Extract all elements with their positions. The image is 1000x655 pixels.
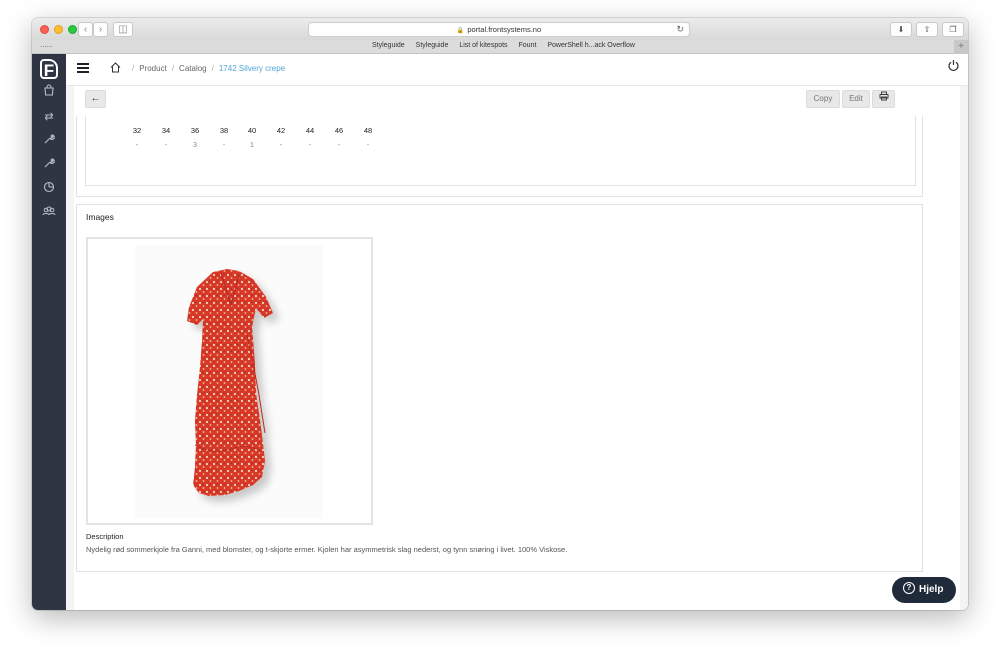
size-qty: - <box>279 140 283 149</box>
sidebar-toggle-icon[interactable]: ◫ <box>113 22 133 37</box>
size-column: 40 1 <box>241 126 263 149</box>
print-icon <box>879 91 888 101</box>
size-label: 46 <box>334 126 344 135</box>
breadcrumb-product[interactable]: Product <box>139 64 167 73</box>
lock-icon: 🔒 <box>456 28 465 34</box>
minimize-window-button[interactable] <box>54 25 63 34</box>
print-button[interactable] <box>872 90 895 108</box>
images-title: Images <box>86 212 114 222</box>
back-button[interactable]: ← <box>85 90 106 108</box>
content-panel: ← Copy Edit 32 - 34 - 36 3 38 - 40 1 42 - 44 - <box>74 86 960 610</box>
edit-button[interactable]: Edit <box>842 90 870 108</box>
size-label: 40 <box>247 126 257 135</box>
images-card: Images Description Nydelig rød sommerkjo… <box>76 204 923 572</box>
bookmark-item[interactable]: Styleguide <box>372 42 405 49</box>
size-label: 36 <box>190 126 200 135</box>
grid-icon[interactable]: ⋯⋯ <box>40 43 53 51</box>
new-tab-icon[interactable]: + <box>954 40 968 54</box>
breadcrumb: / Product / Catalog/1742 Silvery crepe <box>132 64 286 73</box>
browser-window: ‹ › ◫ 🔒 portal.frontsystems.no ↻ ⬇ ⇧ ❐ ⋯⋯… <box>32 18 968 610</box>
browser-back-icon[interactable]: ‹ <box>78 22 93 37</box>
power-icon[interactable] <box>947 59 960 75</box>
bookmark-item[interactable]: List of kitespots <box>459 42 507 49</box>
size-label: 48 <box>363 126 373 135</box>
tools-icon[interactable] <box>41 133 57 149</box>
main-area: / Product / Catalog/1742 Silvery crepe ← Co… <box>66 54 968 610</box>
home-icon[interactable] <box>110 62 121 76</box>
wrench-icon[interactable] <box>41 157 57 173</box>
browser-forward-icon[interactable]: › <box>93 22 108 37</box>
users-icon[interactable] <box>41 205 57 221</box>
bookmark-item[interactable]: PowerShell h...ack Overflow <box>547 42 635 49</box>
copy-button[interactable]: Copy <box>806 90 840 108</box>
size-label: 32 <box>132 126 142 135</box>
bookmark-list: Styleguide Styleguide List of kitespots … <box>372 42 644 49</box>
address-url: portal.frontsystems.no <box>467 25 542 34</box>
size-label: 38 <box>219 126 229 135</box>
size-qty: - <box>222 140 226 149</box>
size-qty: 3 <box>192 140 198 149</box>
dress-image <box>135 245 323 519</box>
logo-icon[interactable]: F <box>40 59 58 80</box>
pie-chart-icon[interactable] <box>41 181 57 197</box>
address-bar[interactable]: 🔒 portal.frontsystems.no ↻ <box>308 22 690 37</box>
size-label: 42 <box>276 126 286 135</box>
transfer-icon[interactable]: ⇄ <box>41 109 57 125</box>
share-icon[interactable]: ⇧ <box>916 22 938 37</box>
size-label: 34 <box>161 126 171 135</box>
size-column: 42 - <box>270 126 292 149</box>
size-column: 38 - <box>213 126 235 149</box>
top-bar: / Product / Catalog/1742 Silvery crepe <box>66 54 968 86</box>
question-icon: ? <box>903 582 915 595</box>
size-column: 34 - <box>155 126 177 149</box>
size-qty: - <box>366 140 370 149</box>
size-column: 48 - <box>357 126 379 149</box>
size-qty: - <box>135 140 139 149</box>
browser-titlebar: ‹ › ◫ 🔒 portal.frontsystems.no ↻ ⬇ ⇧ ❐ <box>32 18 968 40</box>
breadcrumb-current: 1742 Silvery crepe <box>218 64 286 73</box>
help-button[interactable]: ? Hjelp <box>892 577 956 603</box>
tabs-overview-icon[interactable]: ❐ <box>942 22 964 37</box>
size-stock-table: 32 - 34 - 36 3 38 - 40 1 42 - 44 - 46 - 48 - <box>85 116 916 186</box>
menu-icon[interactable] <box>77 63 89 73</box>
size-column: 32 - <box>126 126 148 149</box>
size-qty: - <box>308 140 312 149</box>
bookmark-item[interactable]: Styleguide <box>416 42 449 49</box>
maximize-window-button[interactable] <box>68 25 77 34</box>
size-qty: - <box>164 140 168 149</box>
size-column: 36 3 <box>184 126 206 149</box>
shopping-bag-icon[interactable] <box>41 84 57 100</box>
bookmark-item[interactable]: Fount <box>519 42 537 49</box>
stock-card: 32 - 34 - 36 3 38 - 40 1 42 - 44 - 46 - 48 - <box>76 116 923 197</box>
product-image[interactable] <box>86 237 373 525</box>
description-text: Nydelig rød sommerkjole fra Ganni, med b… <box>86 545 568 554</box>
bookmarks-bar: ⋯⋯ Styleguide Styleguide List of kitespo… <box>32 40 968 54</box>
sidebar: F ⇄ <box>32 54 66 610</box>
size-column: 46 - <box>328 126 350 149</box>
download-icon[interactable]: ⬇ <box>890 22 912 37</box>
description-label: Description <box>86 532 124 541</box>
size-label: 44 <box>305 126 315 135</box>
size-column: 44 - <box>299 126 321 149</box>
help-label: Hjelp <box>919 584 944 595</box>
dress-illustration <box>187 269 273 496</box>
close-window-button[interactable] <box>40 25 49 34</box>
reload-icon[interactable]: ↻ <box>676 23 684 36</box>
size-qty: - <box>337 140 341 149</box>
breadcrumb-catalog[interactable]: Catalog <box>179 64 207 73</box>
app: F ⇄ / Product / Catalog / 1742 Silvery c… <box>32 54 968 610</box>
size-qty: 1 <box>249 140 255 149</box>
